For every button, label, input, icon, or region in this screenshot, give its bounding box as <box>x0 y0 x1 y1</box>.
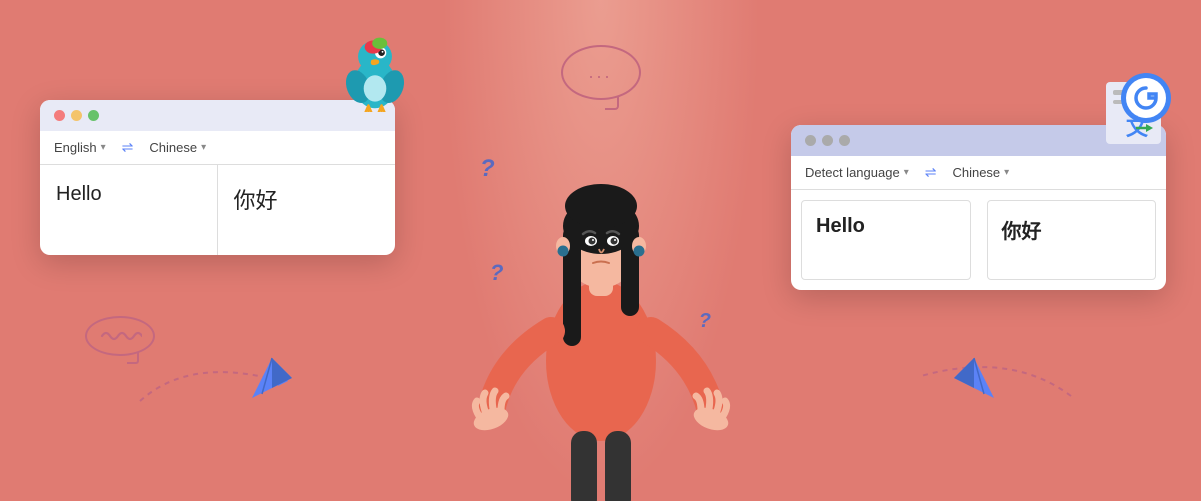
right-dot-2 <box>822 135 833 146</box>
parrot-mascot <box>335 32 415 112</box>
right-lang-to[interactable]: Chinese ▾ <box>952 165 1009 180</box>
right-source-cell: Hello <box>801 200 971 280</box>
dashed-arc-right <box>911 346 1081 411</box>
right-dot-3 <box>839 135 850 146</box>
paper-plane-left <box>250 356 295 401</box>
right-translated-cell: 你好 <box>987 200 1157 280</box>
google-translate-icon: 文 <box>1091 70 1176 150</box>
left-lang-from[interactable]: English ▾ <box>54 140 106 155</box>
right-app-window: 文 Detect language ▾ ⇌ Chinese ▾ Hello <box>791 125 1166 290</box>
right-lang-from-label: Detect language <box>805 165 900 180</box>
left-source-text: Hello <box>56 183 102 205</box>
left-lang-bar: English ▾ ⇌ Chinese ▾ <box>40 131 395 165</box>
left-source-cell: Hello <box>40 165 218 255</box>
dot-red <box>54 110 65 121</box>
right-source-text: Hello <box>816 215 865 237</box>
dot-green <box>88 110 99 121</box>
right-dot-1 <box>805 135 816 146</box>
right-translated-text: 你好 <box>1002 221 1042 243</box>
left-translated-text: 你好 <box>234 188 278 213</box>
left-lang-from-chevron: ▾ <box>101 142 106 153</box>
left-lang-to-label: Chinese <box>149 140 197 155</box>
person-illustration <box>471 71 731 501</box>
right-translation-area: Hello 你好 <box>791 190 1166 290</box>
right-lang-to-label: Chinese <box>952 165 1000 180</box>
right-swap-icon[interactable]: ⇌ <box>925 164 937 181</box>
left-window-body: English ▾ ⇌ Chinese ▾ Hello 你好 <box>40 131 395 255</box>
speech-bubble-left <box>85 316 155 356</box>
right-lang-to-chevron: ▾ <box>1004 167 1009 178</box>
left-translated-cell: 你好 <box>218 165 396 255</box>
dot-yellow <box>71 110 82 121</box>
right-window-body: Detect language ▾ ⇌ Chinese ▾ Hello 你好 <box>791 156 1166 290</box>
left-lang-to[interactable]: Chinese ▾ <box>149 140 206 155</box>
right-lang-bar: Detect language ▾ ⇌ Chinese ▾ <box>791 156 1166 190</box>
right-lang-from-chevron: ▾ <box>904 167 909 178</box>
left-lang-from-label: English <box>54 140 97 155</box>
left-lang-to-chevron: ▾ <box>201 142 206 153</box>
left-swap-icon[interactable]: ⇌ <box>122 139 134 156</box>
left-app-window: English ▾ ⇌ Chinese ▾ Hello 你好 <box>40 100 395 255</box>
left-translation-area: Hello 你好 <box>40 165 395 255</box>
right-lang-from[interactable]: Detect language ▾ <box>805 165 909 180</box>
paper-plane-right <box>951 356 996 401</box>
squiggle-icon <box>98 326 142 346</box>
